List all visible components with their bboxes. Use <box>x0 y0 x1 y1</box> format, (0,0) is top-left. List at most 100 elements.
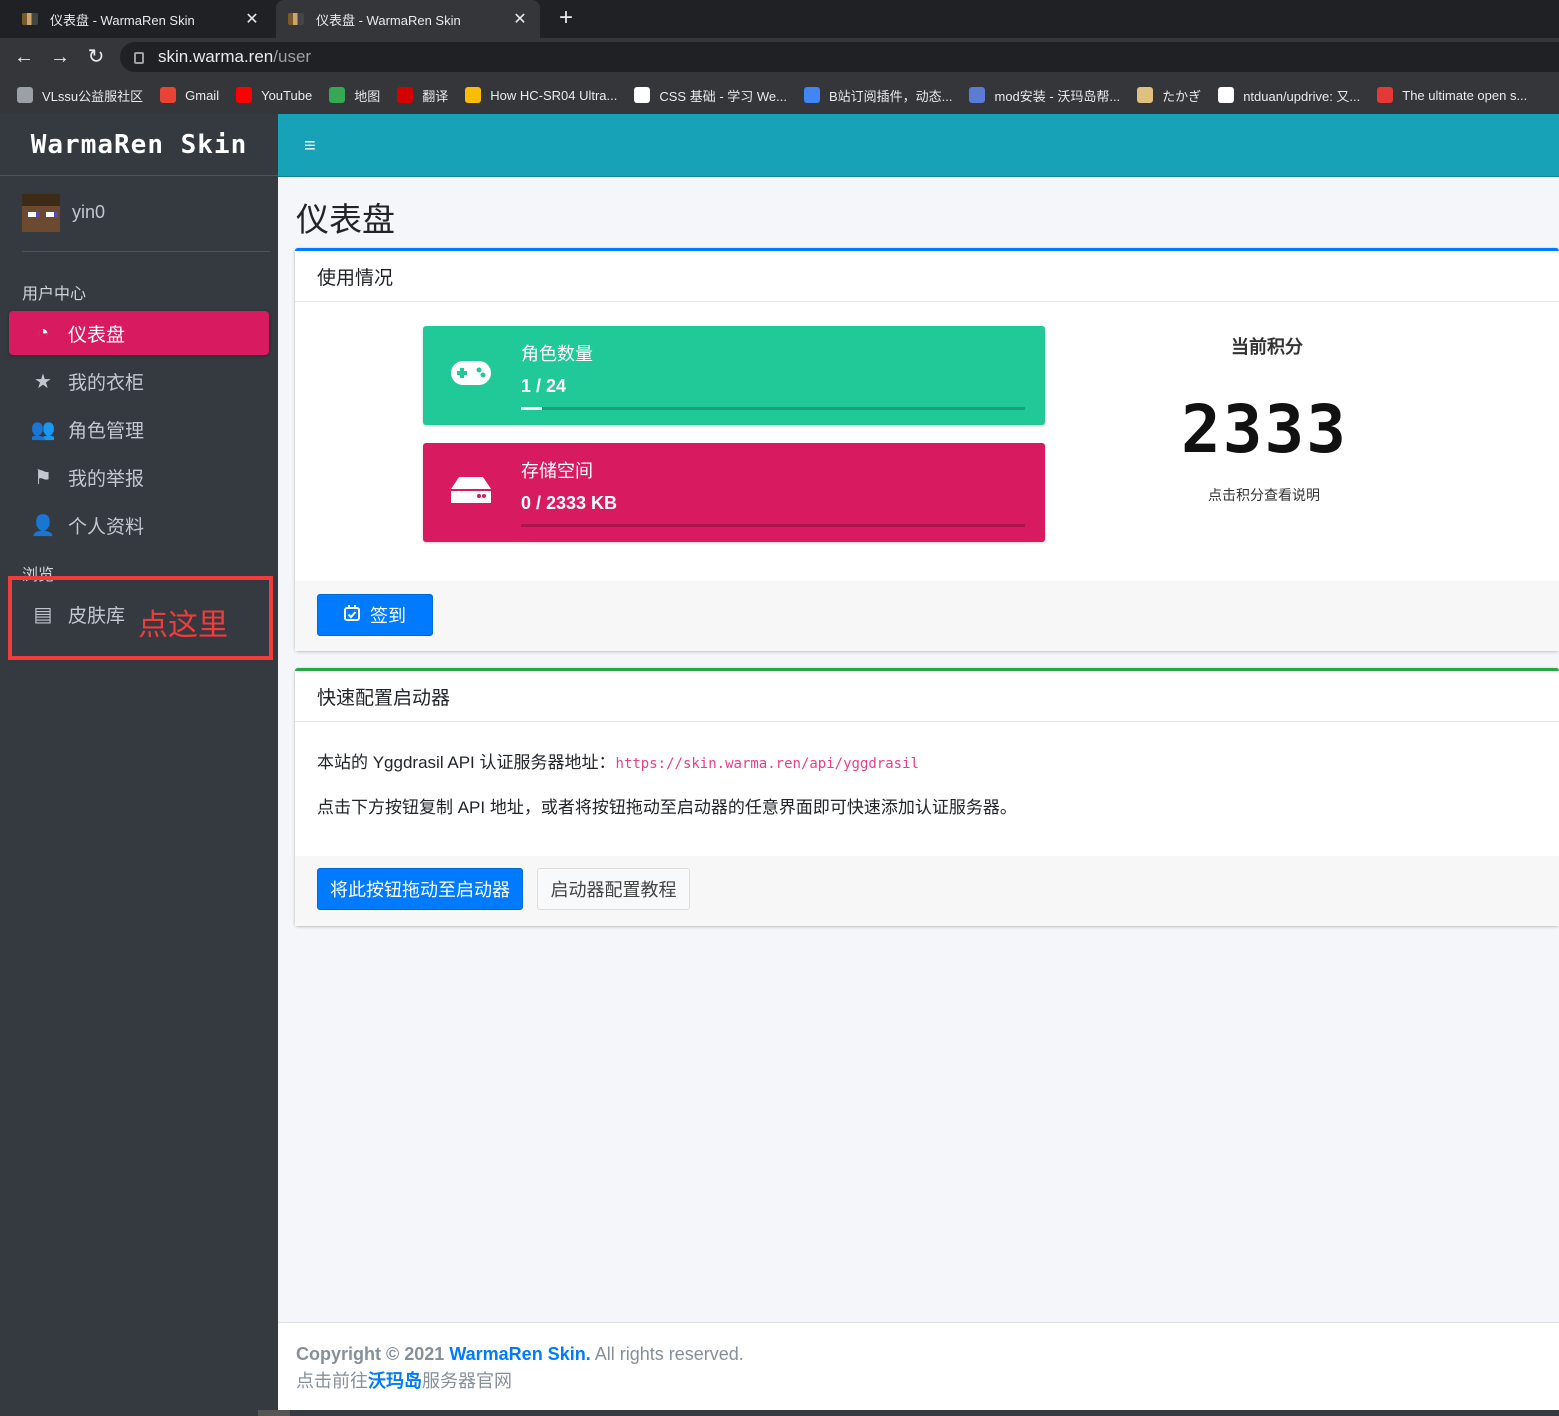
launcher-tutorial-button[interactable]: 启动器配置教程 <box>537 868 690 910</box>
sidebar-item-profile[interactable]: 👤 个人资料 <box>9 503 269 547</box>
bookmark-item[interactable]: B站订阅插件，动态... <box>803 86 952 105</box>
players-count: 1 / 24 <box>521 376 567 396</box>
storage-label: 存储空间 <box>521 461 593 481</box>
launcher-card: 快速配置启动器 本站的 Yggdrasil API 认证服务器地址：https:… <box>295 668 1559 926</box>
bookmark-item[interactable]: The ultimate open s... <box>1377 87 1527 103</box>
users-icon: 👥 <box>30 418 56 441</box>
browser-tab-bar: 仪表盘 - WarmaRen Skin ✕ 仪表盘 - WarmaRen Ski… <box>0 0 1559 38</box>
bookmark-label: The ultimate open s... <box>1402 87 1528 103</box>
sidebar-item-reports[interactable]: ⚑ 我的举报 <box>9 455 269 499</box>
bookmark-item[interactable]: YouTube <box>236 87 312 103</box>
players-progress <box>521 407 1025 410</box>
lock-icon <box>134 52 144 64</box>
annotation-text: 点这里 <box>138 609 228 642</box>
sidebar-item-label: 个人资料 <box>68 516 145 538</box>
usage-card-title: 使用情况 <box>295 251 1559 302</box>
new-tab-icon[interactable]: + <box>552 4 580 32</box>
sidebar-item-label: 角色管理 <box>68 420 145 442</box>
bookmark-label: 翻译 <box>422 88 449 104</box>
sidebar-item-label: 我的衣柜 <box>68 372 145 394</box>
bookmark-item[interactable]: Gmail <box>160 87 219 103</box>
checkin-button[interactable]: 签到 <box>317 594 433 636</box>
server-link[interactable]: 沃玛岛 <box>368 1371 422 1391</box>
bookmark-favicon-icon <box>803 87 820 103</box>
bookmark-favicon-icon <box>1218 87 1235 103</box>
drag-to-launcher-button[interactable]: 将此按钮拖动至启动器 <box>317 868 523 910</box>
sidebar: WarmaRen Skin yin0 用户中心 ◔ 仪表盘 ★ 我的衣柜 👥 角… <box>0 114 278 1416</box>
bookmark-favicon-icon <box>329 87 346 103</box>
sidebar-item-closet[interactable]: ★ 我的衣柜 <box>9 359 269 403</box>
reload-icon[interactable]: ↻ <box>83 44 109 70</box>
bookmark-item[interactable]: VLssu公益服社区 <box>17 86 143 105</box>
bottom-scrollbar[interactable] <box>0 1410 1559 1416</box>
close-tab-icon[interactable]: ✕ <box>508 9 532 29</box>
tab-title: 仪表盘 - WarmaRen Skin <box>50 12 195 28</box>
bookmark-favicon-icon <box>1137 87 1154 103</box>
forward-icon[interactable]: → <box>47 44 73 70</box>
api-address-line: 本站的 Yggdrasil API 认证服务器地址：https://skin.w… <box>317 748 919 773</box>
usage-card-footer <box>295 581 1559 651</box>
browser-tab-active[interactable]: 仪表盘 - WarmaRen Skin ✕ <box>276 0 540 38</box>
bookmarks-bar: VLssu公益服社区 Gmail YouTube 地图 翻译 How HC-SR04 Ul… <box>0 76 1559 114</box>
url-host: skin.warma.ren <box>158 47 274 66</box>
sidebar-item-label: 仪表盘 <box>68 324 126 346</box>
close-tab-icon[interactable]: ✕ <box>240 9 264 29</box>
bookmark-label: mod安装 - 沃玛岛帮... <box>994 88 1121 104</box>
checkin-label: 签到 <box>370 606 406 626</box>
api-url[interactable]: https://skin.warma.ren/api/yggdrasil <box>616 756 919 772</box>
hdd-icon <box>451 477 491 510</box>
site-favicon-icon <box>22 13 38 25</box>
site-name-link[interactable]: WarmaRen Skin. <box>449 1344 590 1364</box>
sidebar-item-players[interactable]: 👥 角色管理 <box>9 407 269 451</box>
bookmark-item[interactable]: 翻译 <box>397 86 448 105</box>
dashboard-gauge-icon: ◔ <box>36 321 50 344</box>
bookmark-item[interactable]: How HC-SR04 Ultra... <box>465 87 617 103</box>
page-title: 仪表盘 <box>296 201 395 238</box>
bookmark-item[interactable]: CSS 基础 - 学习 We... <box>634 86 787 105</box>
gamepad-icon <box>451 360 491 392</box>
back-icon[interactable]: ← <box>11 44 37 70</box>
score-title: 当前积分 <box>1231 337 1303 357</box>
storage-progress <box>521 524 1025 527</box>
scrollbar-thumb[interactable] <box>258 1410 290 1416</box>
address-bar: ← → ↻ skin.warma.ren/user <box>0 38 1559 76</box>
bookmark-item[interactable]: たかぎ <box>1137 86 1201 105</box>
players-info-box: 角色数量 1 / 24 <box>423 326 1045 425</box>
calendar-check-icon <box>344 604 360 626</box>
brand-logo[interactable]: WarmaRen Skin <box>0 114 278 176</box>
star-icon: ★ <box>34 370 52 393</box>
user-panel[interactable]: yin0 <box>22 194 270 252</box>
bookmark-favicon-icon <box>969 87 986 103</box>
content-wrapper: 仪表盘 使用情况 角色数量 1 / 24 存储空间 0 / 2333 KB 当前… <box>278 177 1559 1322</box>
top-navbar: ≡ <box>278 114 1559 177</box>
tab-title: 仪表盘 - WarmaRen Skin <box>316 12 461 28</box>
bookmark-item[interactable]: mod安装 - 沃玛岛帮... <box>969 86 1120 105</box>
username[interactable]: yin0 <box>72 202 105 223</box>
sidebar-item-dashboard[interactable]: ◔ 仪表盘 <box>9 311 269 355</box>
bookmark-label: たかぎ <box>1162 88 1202 104</box>
bookmark-item[interactable]: ntduan/updrive: 又... <box>1218 86 1360 105</box>
menu-toggle-icon[interactable]: ≡ <box>304 135 316 158</box>
usage-card: 使用情况 角色数量 1 / 24 存储空间 0 / 2333 KB 当前积分 2… <box>295 248 1559 651</box>
bookmark-item[interactable]: 地图 <box>329 86 380 105</box>
nav-header-user-center: 用户中心 <box>22 286 87 303</box>
bookmark-label: VLssu公益服社区 <box>42 88 144 104</box>
players-progress-fill <box>521 407 543 410</box>
avatar <box>22 194 60 232</box>
url-input[interactable]: skin.warma.ren/user <box>120 42 1559 72</box>
bookmark-label: How HC-SR04 Ultra... <box>490 87 618 103</box>
browser-tab[interactable]: 仪表盘 - WarmaRen Skin ✕ <box>10 0 272 38</box>
server-link-line: 点击前往沃玛岛服务器官网 <box>296 1368 1559 1395</box>
storage-info-box: 存储空间 0 / 2333 KB <box>423 443 1045 542</box>
score-value[interactable]: 2333 <box>1181 391 1348 468</box>
rights-text: All rights reserved. <box>594 1344 744 1364</box>
sidebar-item-label: 我的举报 <box>68 468 145 490</box>
user-icon: 👤 <box>30 514 56 537</box>
flag-icon: ⚑ <box>34 466 52 489</box>
copyright-prefix: Copyright © 2021 <box>296 1344 445 1364</box>
score-hint: 点击积分查看说明 <box>1208 487 1320 503</box>
page-footer: Copyright © 2021 WarmaRen Skin. All righ… <box>278 1322 1559 1410</box>
bookmark-label: 地图 <box>354 88 381 104</box>
api-description: 点击下方按钮复制 API 地址，或者将按钮拖动至启动器的任意界面即可快速添加认证… <box>317 798 1017 817</box>
bookmark-label: Gmail <box>185 87 220 103</box>
